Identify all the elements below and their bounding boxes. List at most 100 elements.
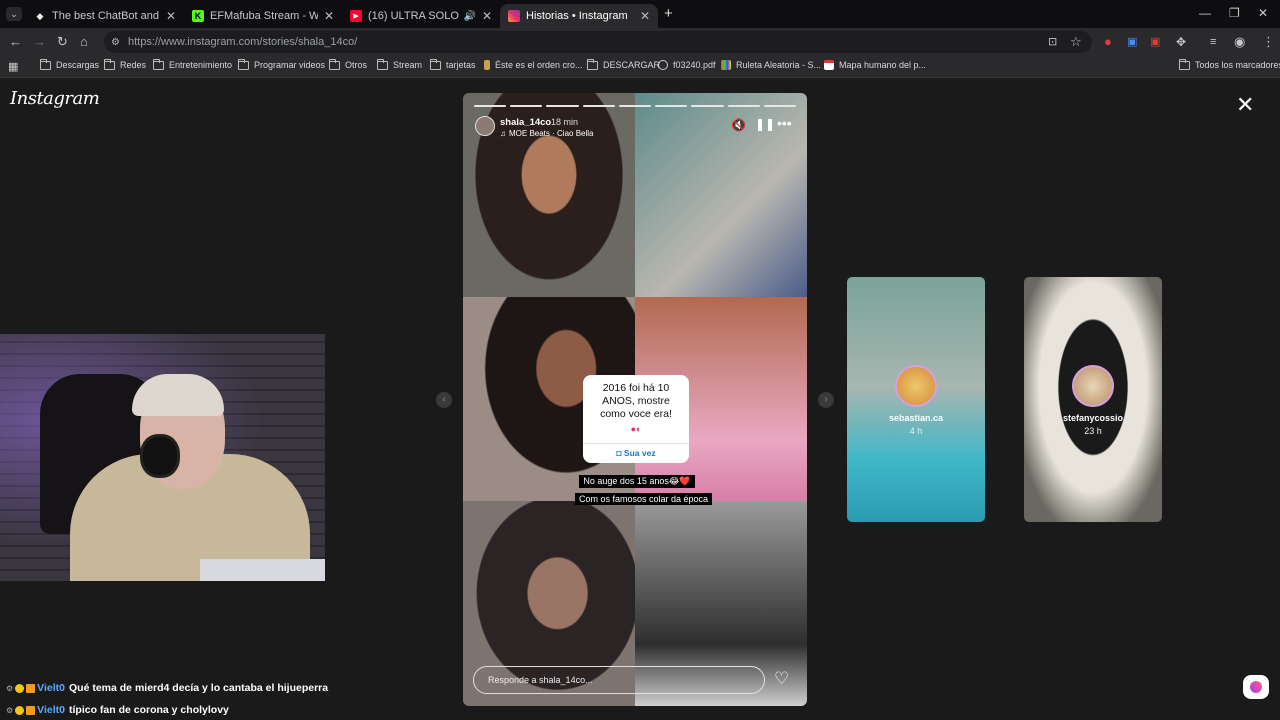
sua-vez-button[interactable]: ◘ Sua vez	[583, 448, 689, 458]
mute-icon[interactable]: 🔇	[731, 118, 746, 132]
side-story-stefany[interactable]: stefanycossio 23 h	[1024, 277, 1162, 522]
folder-icon	[377, 58, 388, 70]
close-tab-icon[interactable]: ✕	[166, 9, 176, 23]
chat-text: típico fan de corona y cholylovy	[69, 704, 229, 716]
bookmark-label: Programar videos	[254, 60, 326, 70]
bookmark-orden-cronologico[interactable]: Éste es el orden cro...	[484, 60, 583, 70]
bookmark-descargas[interactable]: Descargas	[40, 58, 100, 70]
avatar	[895, 365, 937, 407]
close-tab-icon[interactable]: ✕	[482, 9, 492, 23]
media-controls-icon[interactable]: ≡	[1210, 34, 1216, 50]
more-options-icon[interactable]: •••	[777, 115, 792, 131]
bookmark-label: tarjetas	[446, 60, 476, 70]
subscriber-badge-icon	[26, 683, 36, 693]
bookmark-ruleta[interactable]: Ruleta Aleatoria - S...	[721, 60, 821, 70]
bookmarks-bar: ▦ Descargas Redes Entretenimiento Progra…	[0, 56, 1280, 78]
bookmark-descargar[interactable]: DESCARGAR	[587, 58, 660, 70]
bookmark-entretenimiento[interactable]: Entretenimiento	[153, 58, 232, 70]
heart-icon[interactable]: ♡	[774, 669, 789, 689]
settings-icon: ⚙	[6, 683, 14, 693]
extensions-puzzle-icon[interactable]: ✥	[1176, 34, 1186, 50]
previous-story-icon[interactable]: ‹	[436, 392, 452, 408]
apps-grid-icon[interactable]: ▦	[8, 60, 18, 73]
bookmark-pdf[interactable]: f03240.pdf	[658, 60, 716, 70]
progress-segment	[474, 105, 507, 107]
minimize-icon[interactable]: —	[1199, 6, 1211, 20]
bookmark-label: Descargas	[56, 60, 100, 70]
reload-icon[interactable]: ↻	[57, 34, 68, 50]
bookmark-star-icon[interactable]: ☆	[1070, 34, 1082, 50]
extension-m-icon[interactable]: ▣	[1150, 34, 1160, 50]
bookmark-label: f03240.pdf	[673, 60, 716, 70]
question-sticker[interactable]: 2016 foi há 10 ANOS, mostre como voce er…	[583, 375, 689, 463]
speaker-icon[interactable]: 🔊	[463, 11, 475, 22]
story-viewer[interactable]: shala_14co 18 min ♫ MOE Beats · Ciao Bel…	[463, 93, 807, 706]
subscriber-badge-icon	[26, 705, 36, 715]
folder-icon	[238, 58, 249, 70]
install-app-icon[interactable]: ⊡	[1048, 34, 1057, 50]
next-story-icon[interactable]: ›	[818, 392, 834, 408]
bookmark-tarjetas[interactable]: tarjetas	[430, 58, 476, 70]
ruleta-favicon-icon	[721, 60, 731, 70]
kick-favicon: K	[192, 10, 204, 22]
close-window-icon[interactable]: ✕	[1258, 6, 1268, 20]
new-tab-icon[interactable]: +	[664, 5, 673, 22]
sua-vez-label: Sua vez	[623, 448, 656, 458]
bookmark-label: Éste es el orden cro...	[495, 60, 583, 70]
bookmark-mapa-humano[interactable]: Mapa humano del p...	[824, 60, 926, 70]
story-username[interactable]: shala_14co	[500, 117, 551, 128]
menu-icon[interactable]: ⋮	[1262, 34, 1275, 50]
tab-title: The best ChatBot and Widgets	[52, 10, 160, 22]
reply-placeholder: Responde a shala_14co...	[488, 675, 593, 685]
tab-search-button[interactable]: ⌄	[6, 7, 22, 21]
home-icon[interactable]: ⌂	[80, 34, 88, 50]
music-icon: ♫	[500, 129, 506, 138]
chat-text: Qué tema de mierd4 decía y lo cantaba el…	[69, 682, 329, 694]
bookmark-programar-videos[interactable]: Programar videos	[238, 58, 326, 70]
webcam-overlay	[0, 334, 325, 581]
sticker-question: 2016 foi há 10 ANOS, mostre como voce er…	[600, 382, 672, 420]
tab-chatbot[interactable]: ◆ The best ChatBot and Widgets ✕	[26, 4, 184, 28]
chat-message: ⚙ Vielt0 Qué tema de mierd4 decía y lo c…	[6, 682, 328, 694]
reply-input[interactable]: Responde a shala_14co...	[473, 666, 765, 694]
avatar[interactable]	[475, 116, 495, 136]
progress-segment	[546, 105, 579, 107]
forward-icon[interactable]: →	[33, 34, 46, 50]
bookmark-label: Redes	[120, 60, 147, 70]
back-icon[interactable]: ←	[9, 34, 22, 50]
extension-red-icon[interactable]: ●	[1104, 34, 1112, 50]
music-label[interactable]: ♫ MOE Beats · Ciao Bella	[500, 129, 593, 138]
bookmark-all-bookmarks[interactable]: Todos los marcadores	[1179, 58, 1280, 70]
bookmark-label: Stream	[393, 60, 423, 70]
progress-segment	[763, 105, 796, 107]
restore-icon[interactable]: ❐	[1229, 6, 1240, 20]
side-story-time: 4 h	[909, 426, 923, 436]
progress-segment	[510, 105, 543, 107]
bookmark-label: Mapa humano del p...	[839, 60, 927, 70]
profile-icon[interactable]: ◉	[1234, 34, 1245, 50]
tab-youtube[interactable]: ▶ (16) ULTRA SOLO REMIX - F 🔊 ✕	[342, 4, 500, 28]
close-tab-icon[interactable]: ✕	[640, 9, 650, 23]
bookmark-redes[interactable]: Redes	[104, 58, 147, 70]
side-story-sebastian[interactable]: sebastian.ca 4 h	[847, 277, 985, 522]
link-favicon-icon	[484, 60, 490, 70]
chat-username: Vielt0	[37, 682, 65, 694]
avatar	[1072, 365, 1114, 407]
bookmark-stream[interactable]: Stream	[377, 58, 423, 70]
tab-kick-stream[interactable]: K EFMafuba Stream - Watch Live ✕	[184, 4, 342, 28]
bookmark-otros[interactable]: Otros	[329, 58, 367, 70]
pause-icon[interactable]: ❚❚	[755, 117, 775, 131]
instagram-favicon	[508, 10, 520, 22]
instagram-logo[interactable]: Instagram	[10, 88, 100, 109]
url-text: https://www.instagram.com/stories/shala_…	[128, 36, 358, 48]
bookmark-label: Todos los marcadores	[1195, 60, 1280, 70]
translate-extension-icon[interactable]: ▣	[1127, 34, 1137, 50]
messages-button[interactable]	[1243, 675, 1269, 699]
tab-instagram[interactable]: Historias • Instagram ✕	[500, 4, 658, 28]
chatbot-favicon: ◆	[36, 10, 44, 21]
close-icon[interactable]: ✕	[1236, 94, 1254, 116]
messenger-icon	[1250, 681, 1262, 693]
close-tab-icon[interactable]: ✕	[324, 9, 334, 23]
address-bar[interactable]: ⚙ https://www.instagram.com/stories/shal…	[104, 31, 1092, 53]
site-info-icon[interactable]: ⚙	[111, 37, 120, 48]
